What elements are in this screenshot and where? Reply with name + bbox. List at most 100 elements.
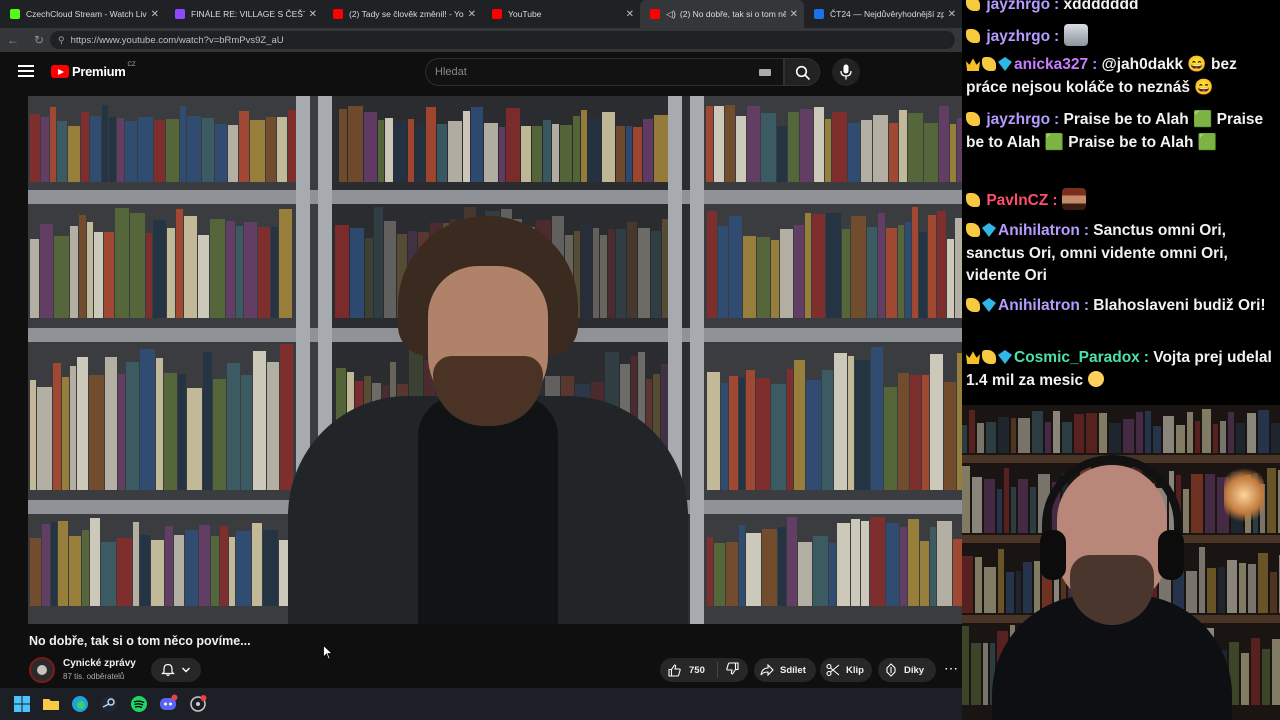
book-spine (651, 231, 661, 318)
spotify-icon[interactable] (129, 694, 149, 714)
tab-tady-se[interactable]: (2) Tady se člověk změnil! - YouTub ✕ (323, 0, 482, 28)
book-spine (729, 375, 738, 490)
tab-youtube[interactable]: YouTube ✕ (482, 0, 640, 28)
book-spine (1195, 420, 1200, 453)
book-spine (1074, 413, 1084, 453)
tab-ct24[interactable]: ČT24 — Nejdůvěryhodnější zprav ✕ (804, 0, 962, 28)
chat-username[interactable]: anicka327 (1014, 56, 1088, 73)
chat-username[interactable]: jayzhrgo (986, 0, 1050, 13)
book-spine (1191, 474, 1203, 533)
channel-name[interactable]: Cynické zprávy (63, 658, 136, 669)
book-spine (69, 536, 81, 606)
voice-search-button[interactable] (832, 58, 860, 86)
book-spine (220, 526, 228, 606)
youtube-logo[interactable]: Premium CZ (51, 62, 136, 79)
edge-browser-icon[interactable] (70, 694, 90, 714)
back-icon[interactable]: ← (0, 33, 26, 47)
book-spine (560, 125, 572, 182)
chat-username[interactable]: Anihilatron (998, 222, 1080, 239)
keyboard-icon[interactable] (759, 69, 771, 76)
menu-icon[interactable] (18, 65, 34, 77)
book-spine (706, 106, 713, 182)
book-spine (955, 217, 962, 318)
book-spine (962, 626, 969, 705)
notifications-button[interactable] (151, 658, 201, 682)
search-button[interactable] (784, 58, 820, 86)
app-icon[interactable] (188, 694, 208, 714)
book-spine (50, 106, 56, 182)
chat-username[interactable]: jayzhrgo (986, 111, 1050, 128)
book-spine (643, 118, 653, 182)
address-bar[interactable]: ⚲ https://www.youtube.com/watch?v=bRmPvs… (50, 31, 955, 49)
close-tab-icon[interactable]: ✕ (151, 9, 159, 20)
close-tab-icon[interactable]: ✕ (626, 9, 634, 20)
book-spine (1045, 422, 1051, 453)
book-spine (213, 378, 226, 490)
book-spine (573, 116, 580, 182)
chat-username[interactable]: jayzhrgo (986, 28, 1050, 45)
more-icon[interactable]: ⋯ (940, 658, 962, 682)
book-spine (762, 528, 777, 606)
search-input[interactable]: Hledat (425, 58, 784, 86)
book-spine (1183, 488, 1189, 533)
book-spine (499, 126, 505, 182)
book-spine (905, 222, 911, 318)
book-spine (736, 115, 746, 182)
book-spine (1248, 564, 1256, 613)
book-spine (953, 538, 962, 606)
close-tab-icon[interactable]: ✕ (948, 9, 956, 20)
book-spine (861, 521, 869, 606)
close-tab-icon[interactable]: ✕ (309, 9, 317, 20)
chat-username[interactable]: Anihilatron (998, 297, 1080, 314)
windows-start-icon[interactable] (12, 694, 32, 714)
tab-finale[interactable]: FINÁLE RE: VILLAGE S ČEŠTINO ✕ (165, 0, 323, 28)
book-spine (1270, 571, 1277, 613)
tab-active-video[interactable]: ◁) (2) No dobře, tak si o tom ně ✕ (640, 0, 804, 28)
book-spine (30, 538, 41, 606)
site-info-icon[interactable]: ⚲ (58, 35, 65, 46)
steam-icon[interactable] (99, 694, 119, 714)
book-spine (922, 374, 929, 490)
book-spine (972, 476, 982, 533)
channel-avatar[interactable] (29, 657, 55, 683)
chevron-down-icon (182, 667, 190, 673)
chat-username[interactable]: Cosmic_Paradox (1014, 349, 1140, 366)
video-player[interactable] (28, 96, 962, 624)
book-spine (884, 386, 897, 490)
share-button[interactable]: Sdílet (754, 658, 816, 682)
book-spine (198, 235, 209, 318)
thanks-button[interactable]: Díky (878, 658, 936, 682)
book-spine (1239, 562, 1246, 613)
video-title: No dobře, tak si o tom něco povíme... (29, 634, 251, 648)
search-placeholder: Hledat (435, 66, 467, 78)
chat-username[interactable]: PavlnCZ (986, 192, 1048, 209)
book-spine (898, 372, 909, 490)
file-explorer-icon[interactable] (41, 694, 61, 714)
speaker-icon[interactable]: ◁) (666, 9, 676, 20)
book-spine (826, 212, 841, 318)
tab-czechcloud[interactable]: CzechCloud Stream - Watch Live o ✕ (0, 0, 165, 28)
dislike-button[interactable] (718, 662, 745, 678)
book-spine (870, 517, 885, 606)
book-spine (126, 362, 139, 490)
chat-message: jayzhrgo: xddddddd (966, 0, 1278, 17)
book-spine (1213, 423, 1218, 453)
book-spine (761, 112, 776, 182)
chat-message: jayzhrgo: (966, 24, 1278, 49)
clip-button[interactable]: Klip (820, 658, 872, 682)
book-spine (1267, 468, 1276, 533)
book-spine (37, 387, 52, 490)
book-spine (1032, 410, 1043, 453)
book-spine (886, 522, 899, 606)
book-spine (109, 117, 116, 182)
discord-icon[interactable] (158, 694, 178, 714)
book-spine (228, 125, 238, 182)
like-button[interactable]: 750 (660, 662, 718, 678)
tab-title: YouTube (508, 9, 542, 19)
crown-badge-icon (966, 351, 980, 364)
reload-icon[interactable]: ↻ (26, 33, 52, 47)
browser-window: CzechCloud Stream - Watch Live o ✕ FINÁL… (0, 0, 962, 688)
close-tab-icon[interactable]: ✕ (790, 9, 798, 20)
youtube-header: Premium CZ Hledat (0, 52, 962, 92)
close-tab-icon[interactable]: ✕ (468, 9, 476, 20)
